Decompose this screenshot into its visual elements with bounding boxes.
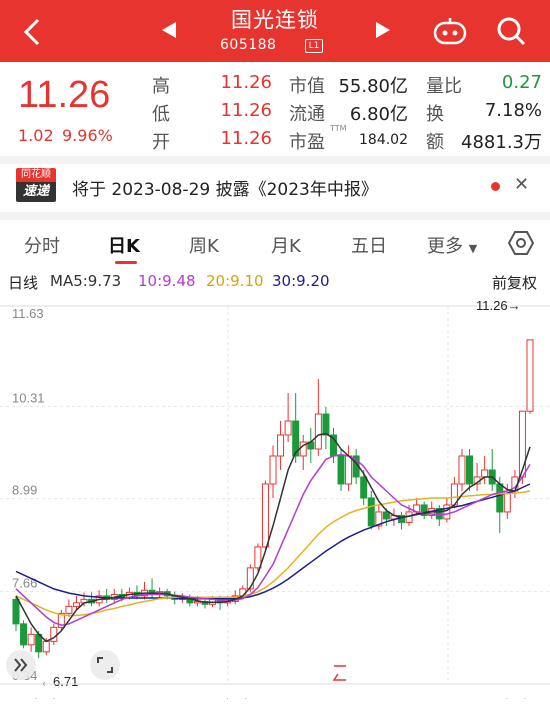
tab-weekly[interactable]: 周K — [189, 232, 219, 258]
close-icon[interactable]: ✕ — [514, 174, 529, 195]
candle-body — [254, 546, 262, 569]
stock-code: 605188 — [220, 37, 277, 53]
candle-body — [443, 504, 451, 520]
quote-panel: 11.26 1.02 9.96% 高 低 开 11.26 11.26 11.26… — [0, 62, 550, 158]
candle-body — [466, 455, 474, 485]
candle-body — [526, 339, 534, 412]
price-change-percent: 9.96% — [62, 126, 113, 145]
candle-body — [261, 483, 269, 548]
high-marker: 11.26→ — [476, 298, 521, 313]
news-text[interactable]: 将于 2023-08-29 披露《2023年中报》 — [72, 175, 378, 200]
period-label: 日线 — [8, 274, 39, 292]
x-tick-label: 2023/07/21 — [475, 696, 540, 699]
pe-label: 市盈 — [289, 132, 325, 153]
unread-dot-icon — [491, 182, 500, 191]
ma10-label: 10:9.48 — [138, 272, 196, 290]
ma5-label: MA5:9.73 — [50, 272, 122, 290]
next-stock-icon[interactable] — [372, 18, 394, 42]
stock-name: 国光连锁 — [231, 8, 319, 32]
open-label: 开 — [152, 132, 170, 153]
last-price: 11.26 — [18, 74, 111, 116]
candle-body — [65, 605, 73, 614]
logo-top-text: 同花顺 — [16, 168, 56, 182]
candle-body — [518, 410, 526, 478]
market-cap-value: 55.80亿 — [338, 76, 408, 97]
open-value: 11.26 — [220, 128, 272, 149]
low-marker: ←6.71 — [40, 674, 78, 689]
kline-chart[interactable]: 11.6310.318.997.666.3411.26→←6.712023/04… — [0, 294, 550, 699]
candle-body — [322, 413, 330, 436]
candle-body — [42, 640, 50, 653]
tab-intraday[interactable]: 分时 — [24, 232, 60, 258]
ma-legend: 日线 MA5:9.73 10:9.48 20:9.10 30:9.20 前复权 — [0, 272, 550, 294]
turnover-value: 7.18% — [484, 100, 542, 121]
x-tick-label: 2023/04/19 — [4, 696, 69, 699]
top-bar: 国光连锁 605188 L1 — [0, 0, 550, 62]
turnover-label: 换 — [426, 104, 444, 125]
news-logo: 同花顺 速递 — [16, 168, 56, 204]
candle-body — [20, 623, 28, 646]
settings-icon[interactable] — [508, 230, 534, 256]
candle-body — [246, 567, 254, 590]
y-tick-label: 7.66 — [12, 576, 37, 591]
low-label: 低 — [152, 104, 170, 125]
period-tabs: 分时 日K 周K 月K 五日 更多 ▼ — [0, 220, 550, 268]
candle-body — [72, 602, 80, 607]
ma30-label: 30:9.20 — [272, 272, 330, 290]
y-tick-label: 8.99 — [12, 483, 37, 498]
search-icon[interactable] — [494, 14, 528, 48]
divider — [0, 212, 550, 220]
candle-body — [458, 455, 466, 485]
tab-more[interactable]: 更多 ▼ — [427, 232, 477, 258]
ma20-label: 20:9.10 — [206, 272, 264, 290]
candle-body — [277, 434, 285, 457]
y-tick-label: 10.31 — [12, 390, 45, 405]
high-value: 11.26 — [220, 72, 272, 93]
event-marker-icon — [332, 665, 346, 681]
candle-body — [382, 511, 390, 520]
volume-ratio-label: 量比 — [426, 76, 462, 97]
level-badge: L1 — [305, 39, 323, 53]
candle-body — [496, 483, 504, 513]
candle-body — [345, 455, 353, 485]
x-tick-label: 2023/06/06 — [195, 696, 260, 699]
amount-value: 4881.3万 — [461, 132, 542, 153]
news-bar[interactable]: 同花顺 速递 将于 2023-08-29 披露《2023年中报》 ✕ — [0, 162, 550, 212]
tab-monthly[interactable]: 月K — [271, 232, 301, 258]
assistant-robot-icon[interactable] — [432, 16, 468, 46]
candle-body — [12, 598, 20, 625]
fullscreen-icon[interactable] — [90, 650, 120, 680]
candle-body — [360, 476, 368, 499]
expand-left-icon[interactable] — [6, 650, 36, 680]
active-tab-indicator — [115, 261, 137, 264]
kline-svg: 11.6310.318.997.666.3411.26→←6.712023/04… — [0, 298, 550, 699]
candle-body — [337, 455, 345, 485]
price-change: 1.02 — [18, 126, 54, 145]
amount-label: 额 — [426, 132, 444, 153]
tab-five-day[interactable]: 五日 — [351, 232, 387, 258]
stock-detail-screen: 国光连锁 605188 L1 11.26 1.02 9.96% 高 低 开 11… — [0, 0, 550, 727]
candle-body — [27, 633, 35, 646]
candle-body — [481, 469, 489, 478]
candle-body — [367, 497, 375, 527]
previous-stock-icon[interactable] — [158, 18, 180, 42]
candle-body — [284, 420, 292, 436]
float-cap-value: 6.80亿 — [349, 104, 408, 125]
candle-body — [269, 455, 277, 485]
high-label: 高 — [152, 76, 170, 97]
caret-down-icon: ▼ — [468, 242, 478, 255]
logo-bottom-text: 速递 — [16, 182, 56, 202]
pe-value: 184.02 — [359, 132, 408, 148]
candle-body — [314, 413, 322, 450]
tab-daily[interactable]: 日K — [108, 232, 140, 258]
adjust-label[interactable]: 前复权 — [492, 272, 537, 293]
volume-ratio-value: 0.27 — [501, 72, 542, 93]
tab-more-label: 更多 — [427, 236, 463, 257]
y-tick-label: 11.63 — [12, 306, 44, 321]
back-arrow-icon[interactable] — [14, 12, 54, 52]
low-value: 11.26 — [220, 100, 272, 121]
